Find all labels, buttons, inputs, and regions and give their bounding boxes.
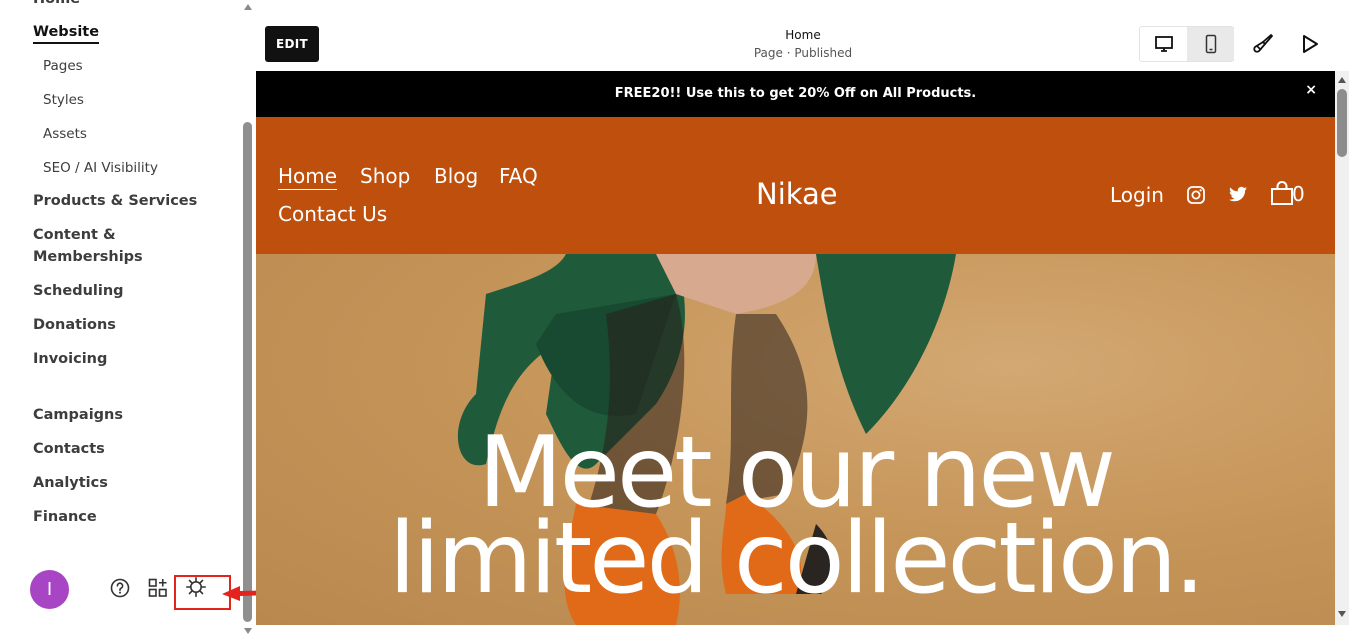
sidebar-item-scheduling[interactable]: Scheduling [33, 280, 124, 302]
promo-text: FREE20!! Use this to get 20% Off on All … [614, 86, 977, 101]
cart-count[interactable]: 0 [1292, 181, 1305, 207]
hero-heading-line2: limited collection. [388, 502, 1206, 616]
site-nav-faq[interactable]: FAQ [499, 163, 538, 189]
sidebar-item-invoicing[interactable]: Invoicing [33, 348, 107, 370]
sidebar-item-finance[interactable]: Finance [33, 506, 97, 528]
preview-scrollbar-thumb[interactable] [1337, 89, 1347, 157]
help-icon[interactable] [109, 577, 131, 599]
sidebar-item-analytics[interactable]: Analytics [33, 472, 108, 494]
instagram-icon[interactable] [1186, 185, 1206, 205]
sidebar-subitem-seo[interactable]: SEO / AI Visibility [43, 159, 158, 177]
promo-banner: FREE20!! Use this to get 20% Off on All … [256, 71, 1335, 117]
site-nav-contact-us[interactable]: Contact Us [278, 201, 387, 227]
site-nav-shop[interactable]: Shop [360, 163, 410, 189]
site-brand-logo[interactable]: Nikae [756, 177, 838, 211]
site-header: Home Shop Blog FAQ Contact Us Nikae Logi… [256, 117, 1335, 254]
twitter-icon[interactable] [1228, 186, 1248, 204]
sidebar-subitem-styles[interactable]: Styles [43, 91, 84, 109]
editor-toolbar: EDIT Home Page · Published [256, 16, 1364, 71]
user-avatar[interactable]: I [30, 570, 69, 609]
left-sidebar: Home Website Pages Styles Assets SEO / A… [0, 0, 256, 641]
site-login-link[interactable]: Login [1110, 182, 1164, 208]
sidebar-subitem-assets[interactable]: Assets [43, 125, 87, 143]
sidebar-item-products-services[interactable]: Products & Services [33, 190, 197, 212]
editor-frame: EDIT Home Page · Published FREE20!! Use … [256, 16, 1364, 625]
sidebar-item-campaigns[interactable]: Campaigns [33, 404, 123, 426]
sidebar-scrollbar[interactable] [242, 0, 254, 641]
scroll-up-arrow-icon[interactable] [244, 4, 252, 10]
preview-play-icon[interactable] [1298, 32, 1322, 56]
add-blocks-icon[interactable] [147, 577, 169, 599]
sidebar-item-content-memberships[interactable]: Content & Memberships [33, 224, 153, 268]
site-nav-home[interactable]: Home [278, 163, 338, 190]
sidebar-item-home[interactable]: Home [33, 0, 80, 10]
site-styles-brush-icon[interactable] [1251, 32, 1275, 56]
promo-close-icon[interactable]: × [1305, 81, 1317, 99]
sidebar-subitem-pages[interactable]: Pages [43, 57, 83, 75]
preview-scrollbar[interactable] [1335, 71, 1349, 625]
scroll-down-arrow-icon[interactable] [244, 628, 252, 634]
device-toggle [1139, 26, 1234, 62]
preview-scroll-up-icon[interactable] [1338, 77, 1346, 83]
site-nav-blog[interactable]: Blog [434, 163, 478, 189]
sidebar-item-donations[interactable]: Donations [33, 314, 116, 336]
desktop-icon[interactable] [1140, 27, 1187, 61]
sidebar-item-website[interactable]: Website [33, 22, 100, 44]
hero-section: Meet our new limited collection. [256, 254, 1335, 625]
sidebar-item-contacts[interactable]: Contacts [33, 438, 105, 460]
preview-scroll-down-icon[interactable] [1338, 611, 1346, 617]
sidebar-scrollbar-thumb[interactable] [243, 122, 252, 622]
site-preview[interactable]: FREE20!! Use this to get 20% Off on All … [256, 71, 1335, 625]
mobile-icon[interactable] [1187, 27, 1234, 61]
